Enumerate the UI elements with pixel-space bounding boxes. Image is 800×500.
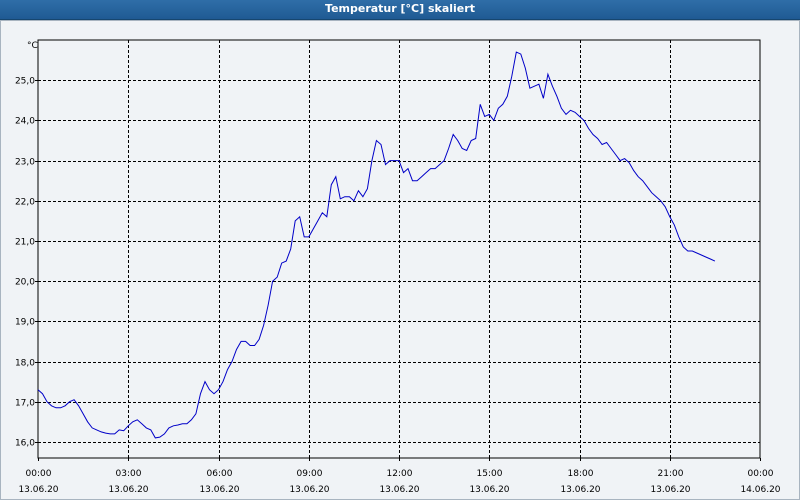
x-tick-date-label: 13.06.20 [289, 485, 329, 495]
x-tick-date-label: 14.06.20 [740, 485, 780, 495]
y-tick-label: 25,0 [15, 77, 35, 87]
x-tick-time-label: 00:00 [748, 469, 774, 479]
x-tick-time-label: 21:00 [658, 469, 684, 479]
y-tick-label: 19,0 [15, 318, 35, 328]
y-axis-unit-label: °C [27, 41, 38, 51]
temperature-line-chart: °C 16,0 17,0 18,0 19,0 20,0 21,0 22,0 23,0 24,0 2… [15, 39, 781, 495]
x-tick-time-label: 00:00 [26, 469, 52, 479]
x-tick-date-label: 13.06.20 [469, 485, 509, 495]
x-tick-time-label: 12:00 [387, 469, 413, 479]
y-tick-label: 22,0 [15, 198, 35, 208]
y-axis-ticks: 16,0 17,0 18,0 19,0 20,0 21,0 22,0 23,0 24,0 25,0 [15, 77, 38, 449]
x-tick-date-label: 13.06.20 [18, 485, 58, 495]
x-tick-time-label: 03:00 [116, 469, 142, 479]
y-tick-label: 18,0 [15, 359, 35, 369]
x-tick-time-label: 09:00 [297, 469, 323, 479]
x-tick-date-label: 13.06.20 [560, 485, 600, 495]
y-tick-label: 16,0 [15, 439, 35, 449]
x-tick-time-label: 06:00 [207, 469, 233, 479]
x-tick-date-label: 13.06.20 [108, 485, 148, 495]
x-tick-date-label: 13.06.20 [379, 485, 419, 495]
y-tick-label: 20,0 [15, 278, 35, 288]
x-tick-date-label: 13.06.20 [650, 485, 690, 495]
x-axis-ticks: 00:00 13.06.20 03:00 13.06.20 06:00 13.06.20 0… [18, 458, 781, 495]
y-tick-label: 23,0 [15, 158, 35, 168]
x-tick-time-label: 18:00 [568, 469, 594, 479]
y-tick-label: 17,0 [15, 399, 35, 409]
grid-lines [38, 40, 760, 458]
y-tick-label: 21,0 [15, 238, 35, 248]
x-tick-time-label: 15:00 [477, 469, 503, 479]
x-tick-date-label: 13.06.20 [199, 485, 239, 495]
y-tick-label: 24,0 [15, 117, 35, 127]
temperature-series-line [37, 51, 716, 439]
